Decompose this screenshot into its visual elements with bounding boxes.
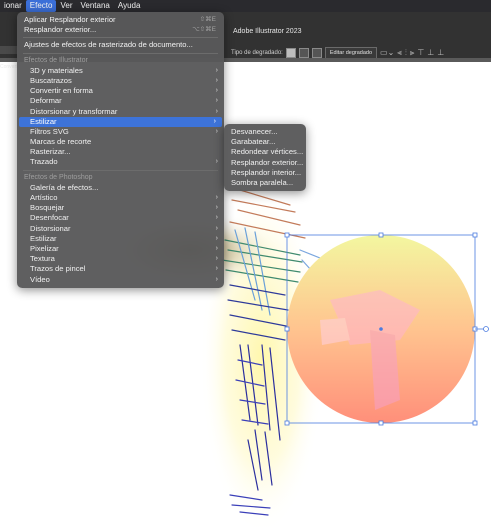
- chevron-right-icon: ›: [215, 76, 218, 84]
- menu-separator: [23, 52, 218, 54]
- chevron-right-icon: ›: [215, 107, 218, 115]
- panel-tab[interactable]: [0, 46, 18, 54]
- item-label: 3D y materiales: [30, 65, 83, 75]
- menu-ventana[interactable]: Ventana: [77, 0, 114, 12]
- menu-item-trazado[interactable]: Trazado ›: [17, 157, 224, 167]
- last-effect-shortcut: ⌥⇧⌘E: [192, 26, 216, 34]
- menu-ver[interactable]: Ver: [56, 0, 76, 12]
- submenu-item-sombra-paralela[interactable]: Sombra paralela...: [224, 178, 306, 188]
- menu-item-filtros-svg[interactable]: Filtros SVG ›: [17, 127, 224, 137]
- menu-item-convertir-forma[interactable]: Convertir en forma ›: [17, 86, 224, 96]
- menu-separator: [23, 169, 218, 171]
- menu-efecto[interactable]: Efecto: [25, 0, 57, 12]
- chevron-right-icon: ›: [215, 87, 218, 95]
- item-label: Buscatrazos: [30, 75, 72, 85]
- align-center-icon[interactable]: ⫶: [405, 49, 407, 57]
- menu-item-marcas-recorte[interactable]: Marcas de recorte: [17, 137, 224, 147]
- item-label: Artístico: [30, 193, 58, 202]
- menu-seleccionar[interactable]: ionar: [0, 0, 26, 12]
- item-label: Distorsionar y transformar: [30, 106, 118, 116]
- menu-separator: [23, 37, 218, 39]
- menu-item-video[interactable]: Vídeo ›: [17, 275, 224, 285]
- stroke-options-icon[interactable]: ▭⌄: [380, 49, 394, 57]
- item-label: Filtros SVG: [30, 126, 69, 136]
- chevron-right-icon: ›: [215, 234, 218, 242]
- apply-last-label: Aplicar Resplandor exterior: [24, 15, 116, 24]
- item-label: Pixelizar: [30, 243, 59, 253]
- menu-item-artistico[interactable]: Artístico ›: [17, 193, 224, 203]
- menu-item-rasterizar[interactable]: Rasterizar...: [17, 147, 224, 157]
- chevron-right-icon: ›: [215, 194, 218, 201]
- last-effect-label: Resplandor exterior...: [24, 25, 97, 35]
- chevron-right-icon: ›: [215, 97, 218, 105]
- item-label: Bosquejar: [30, 203, 65, 213]
- illustrator-effects-header: Efectos de Illustrator: [24, 56, 88, 64]
- gradient-type-label: Tipo de degradado:: [231, 50, 283, 56]
- align-bottom-icon[interactable]: ⊥: [437, 49, 444, 57]
- menu-item-distorsionar[interactable]: Distorsionar ›: [17, 224, 224, 234]
- align-right-icon[interactable]: ⫸: [410, 49, 415, 57]
- radial-gradient-button[interactable]: [298, 48, 309, 58]
- freeform-gradient-button[interactable]: [311, 48, 322, 58]
- chevron-right-icon: ›: [215, 127, 218, 135]
- photoshop-effects-header: Efectos de Photoshop: [24, 173, 93, 181]
- chevron-right-icon: ›: [215, 204, 218, 212]
- menu-item-estilizar[interactable]: Estilizar ›: [19, 116, 222, 127]
- menu-item-3d-materials[interactable]: 3D y materiales ›: [17, 66, 224, 76]
- chevron-right-icon: ›: [215, 158, 218, 166]
- submenu-item-redondear-vertices[interactable]: Redondear vértices...: [224, 147, 306, 157]
- align-top-icon[interactable]: ⊤: [417, 49, 424, 57]
- chevron-right-icon: ›: [215, 214, 218, 222]
- item-label: Trazos de pincel: [30, 264, 86, 274]
- item-label: Desenfocar: [30, 213, 69, 223]
- menu-ayuda[interactable]: Ayuda: [114, 0, 145, 12]
- efecto-menu: Aplicar Resplandor exterior ⇧⌘E Respland…: [17, 12, 224, 288]
- chevron-right-icon: ›: [215, 244, 218, 252]
- linear-gradient-button[interactable]: [285, 48, 296, 58]
- center-point: [379, 327, 383, 331]
- menu-item-ps-estilizar[interactable]: Estilizar ›: [17, 234, 224, 244]
- menu-item-deformar[interactable]: Deformar ›: [17, 96, 224, 106]
- item-label: Vídeo: [30, 274, 50, 284]
- chevron-right-icon: ›: [215, 275, 218, 283]
- chevron-right-icon: ›: [215, 66, 218, 74]
- window-title: Adobe Illustrator 2023: [233, 28, 302, 35]
- item-label: Textura: [30, 254, 55, 264]
- menu-item-distorsionar-transformar[interactable]: Distorsionar y transformar ›: [17, 107, 224, 117]
- estilizar-submenu: Desvanecer... Garabatear... Redondear vé…: [224, 124, 306, 192]
- item-label: Estilizar: [30, 233, 57, 243]
- align-left-icon[interactable]: ⫷: [397, 49, 402, 57]
- align-middle-icon[interactable]: ⊥: [427, 49, 434, 57]
- macos-menubar: ionar Efecto Ver Ventana Ayuda: [0, 0, 491, 12]
- item-label: Estilizar: [30, 116, 57, 126]
- menu-item-bosquejar[interactable]: Bosquejar ›: [17, 203, 224, 213]
- chevron-right-icon: ›: [215, 255, 218, 263]
- menu-item-desenfocar[interactable]: Desenfocar ›: [17, 213, 224, 223]
- item-label: Distorsionar: [30, 223, 71, 233]
- menu-item-raster-settings[interactable]: Ajustes de efectos de rasterizado de doc…: [17, 40, 224, 50]
- submenu-item-resplandor-exterior[interactable]: Resplandor exterior...: [224, 158, 306, 168]
- item-label: Deformar: [30, 96, 62, 106]
- menu-item-apply-last[interactable]: Aplicar Resplandor exterior ⇧⌘E: [17, 15, 224, 25]
- item-label: Trazado: [30, 157, 58, 167]
- chevron-right-icon: ›: [213, 117, 216, 125]
- menu-item-galeria-efectos[interactable]: Galería de efectos...: [17, 183, 224, 193]
- submenu-item-desvanecer[interactable]: Desvanecer...: [224, 127, 306, 137]
- menu-item-pixelizar[interactable]: Pixelizar ›: [17, 244, 224, 254]
- menu-item-trazos-pincel[interactable]: Trazos de pincel ›: [17, 264, 224, 274]
- submenu-item-garabatear[interactable]: Garabatear...: [224, 137, 306, 147]
- menu-item-textura[interactable]: Textura ›: [17, 254, 224, 264]
- menu-item-buscatrazos[interactable]: Buscatrazos ›: [17, 76, 224, 86]
- submenu-item-resplandor-interior[interactable]: Resplandor interior...: [224, 168, 306, 178]
- item-label: Convertir en forma: [30, 86, 93, 96]
- apply-last-shortcut: ⇧⌘E: [199, 16, 216, 23]
- menu-item-last-effect[interactable]: Resplandor exterior... ⌥⇧⌘E: [17, 25, 224, 35]
- chevron-right-icon: ›: [215, 265, 218, 273]
- chevron-right-icon: ›: [215, 224, 218, 232]
